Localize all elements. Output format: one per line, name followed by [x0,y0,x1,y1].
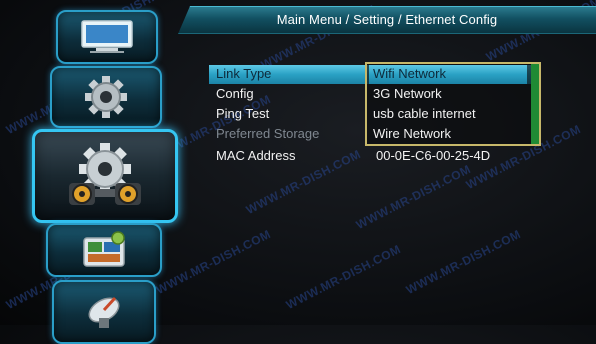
menu-tile-tv[interactable] [56,10,158,64]
dropdown-option-label: 3G Network [373,86,442,101]
satellite-gear-icon [69,143,141,205]
menu-tile-satellite[interactable] [52,280,156,344]
dropdown-option-label: Wire Network [373,126,452,141]
dropdown-option-wire[interactable]: Wire Network [369,125,527,144]
watermark-text: WWW.MR-DISH.COM [283,241,404,313]
dropdown-option-label: Wifi Network [373,66,446,81]
watermark-text: WWW.MR-DISH.COM [353,161,474,233]
setting-label: Config [216,86,254,101]
dropdown-scrollbar[interactable] [531,64,539,144]
setting-row-mac-address: MAC Address 00-0E-C6-00-25-4D [209,147,539,166]
setting-label: Ping Test [216,106,270,121]
watermark-text: WWW.MR-DISH.COM [403,226,524,298]
setting-label: Link Type [216,66,272,81]
gear-icon [85,76,127,118]
menu-tile-settings[interactable] [50,66,162,128]
main-menu-column [0,0,185,344]
dropdown-option-label: usb cable internet [373,106,476,121]
page-title: Main Menu / Setting / Ethernet Config [276,11,498,27]
setting-label: Preferred Storage [216,126,320,141]
dropdown-option-3g[interactable]: 3G Network [369,85,527,104]
dropdown-option-usb-cable[interactable]: usb cable internet [369,105,527,124]
menu-tile-media[interactable] [46,223,162,277]
tv-screen-icon [81,20,133,53]
media-icon [83,231,125,267]
menu-tile-system[interactable] [32,129,178,223]
setting-label: MAC Address [216,148,296,163]
mac-address-value: 00-0E-C6-00-25-4D [376,148,491,163]
satellite-dish-icon [88,296,120,328]
dropdown-option-wifi[interactable]: Wifi Network [369,65,527,84]
